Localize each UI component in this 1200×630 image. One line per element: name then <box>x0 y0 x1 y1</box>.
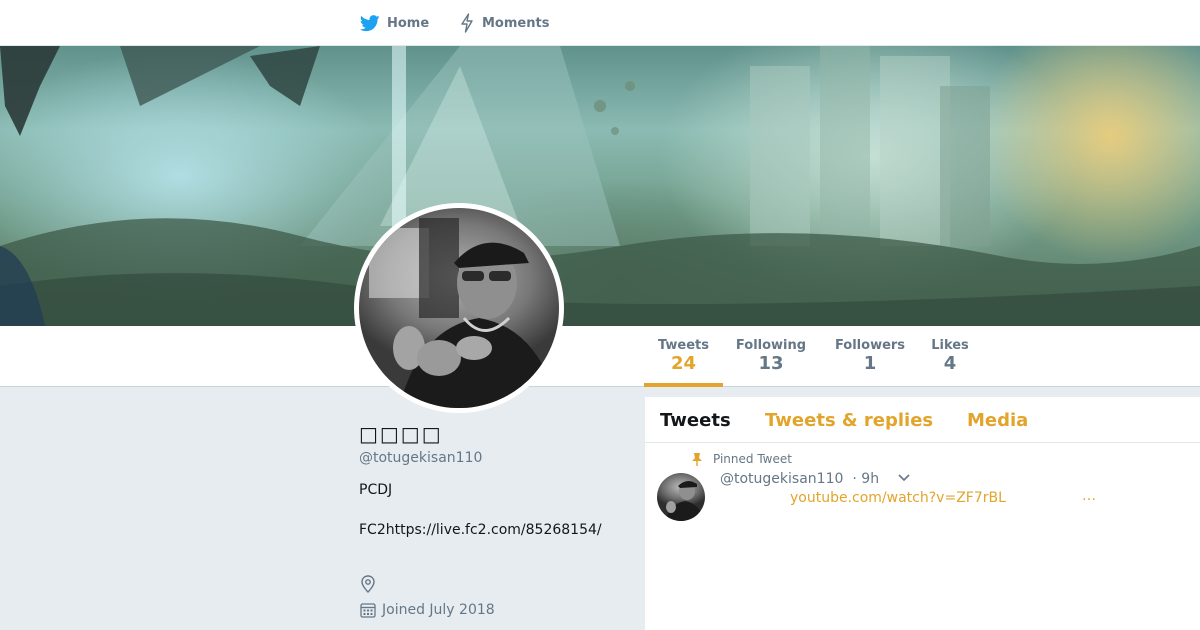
stat-tweets[interactable]: Tweets 24 <box>644 326 723 387</box>
pinned-tweet-label: Pinned Tweet <box>691 452 792 466</box>
nav-home[interactable]: Home <box>360 12 429 34</box>
profile-avatar[interactable] <box>354 203 564 413</box>
avatar-figure <box>369 218 559 408</box>
banner-artwork <box>0 46 1200 326</box>
tweet-avatar[interactable] <box>657 473 705 521</box>
stat-likes-label: Likes <box>931 338 969 353</box>
nav-moments-label: Moments <box>482 15 550 31</box>
nav-home-label: Home <box>387 15 430 31</box>
profile-banner <box>0 46 1200 326</box>
profile-joined-date: Joined July 2018 <box>360 602 495 618</box>
stat-following-count: 13 <box>758 353 784 374</box>
stat-followers-count: 1 <box>863 353 877 374</box>
pinned-tweet-text: Pinned Tweet <box>713 452 792 466</box>
tweet-header: @totugekisan110 · 9h <box>720 471 911 487</box>
stat-tweets-count: 24 <box>670 353 697 374</box>
tab-tweets-and-replies[interactable]: Tweets & replies <box>765 410 933 431</box>
profile-name: □□□□ <box>359 422 443 446</box>
stat-tweets-label: Tweets <box>657 338 710 353</box>
profile-bio-line2: FC2https://live.fc2.com/85268154/ <box>359 522 602 538</box>
stat-followers[interactable]: Followers 1 <box>830 326 910 387</box>
stat-followers-label: Followers <box>834 338 906 353</box>
tweet-ellipsis: … <box>1082 488 1096 504</box>
nav-moments[interactable]: Moments <box>459 12 549 34</box>
avatar-photo <box>359 208 559 408</box>
timeline-tabs: Tweets Tweets & replies Media <box>645 397 1200 443</box>
profile-bio-line1: PCDJ <box>359 482 393 498</box>
stat-likes[interactable]: Likes 4 <box>925 326 975 387</box>
stat-likes-count: 4 <box>943 353 957 374</box>
tweet-handle[interactable]: @totugekisan110 <box>720 471 843 487</box>
twitter-bird-icon <box>360 14 380 31</box>
location-pin-icon <box>360 575 376 593</box>
joined-label: Joined July 2018 <box>382 602 495 618</box>
stat-following-label: Following <box>735 338 807 353</box>
tab-media[interactable]: Media <box>967 410 1028 431</box>
lightning-icon <box>461 13 473 33</box>
top-navigation: Home Moments <box>0 0 1200 46</box>
timeline: Tweets Tweets & replies Media Pinned Twe… <box>645 397 1200 630</box>
pin-icon <box>692 453 702 466</box>
profile-handle[interactable]: @totugekisan110 <box>359 450 482 466</box>
profile-stats-bar: Tweets 24 Following 13 Followers 1 Likes… <box>0 326 1200 387</box>
tab-tweets[interactable]: Tweets <box>660 410 731 431</box>
calendar-icon <box>360 603 376 618</box>
tweet-timestamp[interactable]: · 9h <box>852 471 879 487</box>
tweet-avatar-figure <box>665 480 705 521</box>
chevron-down-icon[interactable] <box>897 471 911 487</box>
tweet-link[interactable]: youtube.com/watch?v=ZF7rBL <box>790 490 1006 506</box>
stat-following[interactable]: Following 13 <box>731 326 811 387</box>
